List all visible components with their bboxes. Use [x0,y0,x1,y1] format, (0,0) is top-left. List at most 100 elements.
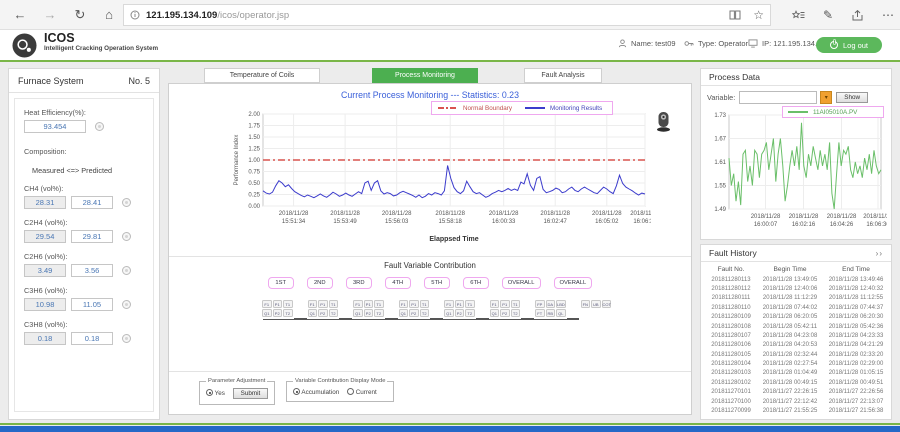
submit-button[interactable]: Submit [233,388,269,399]
variable-box[interactable]: Q1 [353,309,363,317]
variable-box[interactable]: P2 [364,309,374,317]
home-icon[interactable]: ⌂ [97,3,121,27]
predicted-input[interactable] [71,298,113,311]
predicted-input[interactable] [71,196,113,209]
variable-box[interactable]: Q1 [308,309,318,317]
variable-box[interactable]: P1 [318,300,328,308]
variable-box[interactable]: Q1 [444,309,454,317]
back-icon[interactable]: ← [8,3,32,27]
variable-box[interactable]: UB [591,300,601,308]
variable-box[interactable]: P2 [318,309,328,317]
variable-box[interactable]: FN [581,300,591,308]
fault-history-row[interactable]: 2018112801082018/11/28 05:42:112018/11/2… [705,322,887,331]
variable-box[interactable]: P1 [455,300,465,308]
contribution-button-1st[interactable]: 1ST [268,277,294,289]
variable-box[interactable]: T2 [465,309,475,317]
accumulation-radio[interactable] [293,388,300,395]
variable-box[interactable]: T2 [511,309,521,317]
variable-box[interactable]: DA [546,300,556,308]
tab-temperature-of-coils[interactable]: Temperature of Coils [204,68,320,83]
variable-box[interactable]: P2 [500,309,510,317]
heat-efficiency-detail-icon[interactable] [95,122,104,131]
favorite-star-icon[interactable]: ☆ [753,9,764,21]
variable-box[interactable]: T1 [329,300,339,308]
fault-history-row[interactable]: 2018112801062018/11/28 04:20:532018/11/2… [705,341,887,350]
variable-box[interactable]: F1 [490,300,500,308]
measured-input[interactable] [24,230,66,243]
variable-box[interactable]: T1 [465,300,475,308]
ellipsis-menu-icon[interactable]: ⋯ [882,9,894,21]
variable-box[interactable]: P2 [409,309,419,317]
contribution-button-overall[interactable]: OVERALL [554,277,593,289]
show-button[interactable]: Show [836,92,868,103]
variable-box[interactable]: FT [535,309,545,317]
current-radio[interactable] [347,388,354,395]
fault-history-row[interactable]: 2018112801132018/11/28 13:49:052018/11/2… [705,275,887,284]
camera-icon[interactable] [655,110,672,132]
favorites-hub-icon[interactable] [792,10,805,21]
composition-detail-icon[interactable] [122,232,131,241]
variable-box[interactable]: T2 [374,309,384,317]
variable-box[interactable]: Q1 [490,309,500,317]
variable-box[interactable]: P2 [455,309,465,317]
variable-box[interactable]: Q1 [262,309,272,317]
variable-box[interactable]: T1 [283,300,293,308]
variable-box[interactable]: LBD [556,300,566,308]
predicted-input[interactable] [71,230,113,243]
fault-history-row[interactable]: 2018112801122018/11/28 12:40:062018/11/2… [705,284,887,293]
variable-box[interactable]: T1 [420,300,430,308]
composition-detail-icon[interactable] [122,198,131,207]
contribution-button-3rd[interactable]: 3RD [346,277,372,289]
predicted-input[interactable] [71,332,113,345]
address-bar[interactable]: 121.195.134.109/icos/operator.jsp ☆ [123,4,771,26]
variable-box[interactable]: F1 [444,300,454,308]
variable-box[interactable]: F1 [353,300,363,308]
contribution-button-6th[interactable]: 6TH [463,277,489,289]
fault-history-row[interactable]: 2018112701012018/11/27 22:26:152018/11/2… [705,388,887,397]
variable-box[interactable]: RB [546,309,556,317]
variable-select[interactable] [739,91,817,104]
forward-icon[interactable]: → [38,3,62,27]
contribution-button-overall[interactable]: OVERALL [502,277,541,289]
variable-box[interactable]: T1 [374,300,384,308]
measured-input[interactable] [24,332,66,345]
fault-history-row[interactable]: 2018112801042018/11/28 02:27:542018/11/2… [705,359,887,368]
composition-detail-icon[interactable] [122,266,131,275]
fault-history-more-icon[interactable]: ›› [876,249,883,258]
logout-button[interactable]: Log out [816,37,882,53]
fault-history-row[interactable]: 2018112801032018/11/28 01:04:492018/11/2… [705,369,887,378]
variable-box[interactable]: FP [535,300,545,308]
annotate-pen-icon[interactable]: ✎ [823,9,833,21]
measured-input[interactable] [24,196,66,209]
measured-input[interactable] [24,264,66,277]
tab-fault-analysis[interactable]: Fault Analysis [524,68,602,83]
heat-efficiency-input[interactable] [24,120,86,133]
fault-history-row[interactable]: 2018112801102018/11/28 07:44:022018/11/2… [705,303,887,312]
contribution-button-5th[interactable]: 5TH [424,277,450,289]
info-icon[interactable] [130,10,140,20]
tab-process-monitoring[interactable]: Process Monitoring [372,68,478,83]
variable-box[interactable]: P1 [500,300,510,308]
fault-history-row[interactable]: 2018112801092018/11/28 06:20:052018/11/2… [705,313,887,322]
composition-detail-icon[interactable] [122,334,131,343]
fault-history-row[interactable]: 2018112801072018/11/28 04:23:082018/11/2… [705,331,887,340]
fault-history-row[interactable]: 2018112701002018/11/27 22:12:422018/11/2… [705,397,887,406]
fault-history-row[interactable]: 2018112801112018/11/28 11:12:292018/11/2… [705,294,887,303]
variable-box[interactable]: Q1 [399,309,409,317]
variable-box[interactable]: P1 [409,300,419,308]
variable-box[interactable]: P1 [273,300,283,308]
variable-box[interactable]: QL [556,309,566,317]
reading-view-icon[interactable] [729,10,741,20]
refresh-icon[interactable]: ↻ [68,3,92,27]
variable-box[interactable]: T2 [420,309,430,317]
contribution-button-4th[interactable]: 4TH [385,277,411,289]
variable-dropdown-icon[interactable]: ▾ [820,91,832,104]
variable-box[interactable]: P1 [364,300,374,308]
predicted-input[interactable] [71,264,113,277]
variable-box[interactable]: F1 [262,300,272,308]
fault-history-row[interactable]: 2018112700992018/11/27 21:55:252018/11/2… [705,406,887,415]
fault-history-row[interactable]: 2018112801052018/11/28 02:32:442018/11/2… [705,350,887,359]
fault-history-row[interactable]: 2018112801022018/11/28 00:49:152018/11/2… [705,378,887,387]
composition-detail-icon[interactable] [122,300,131,309]
variable-box[interactable]: T2 [329,309,339,317]
